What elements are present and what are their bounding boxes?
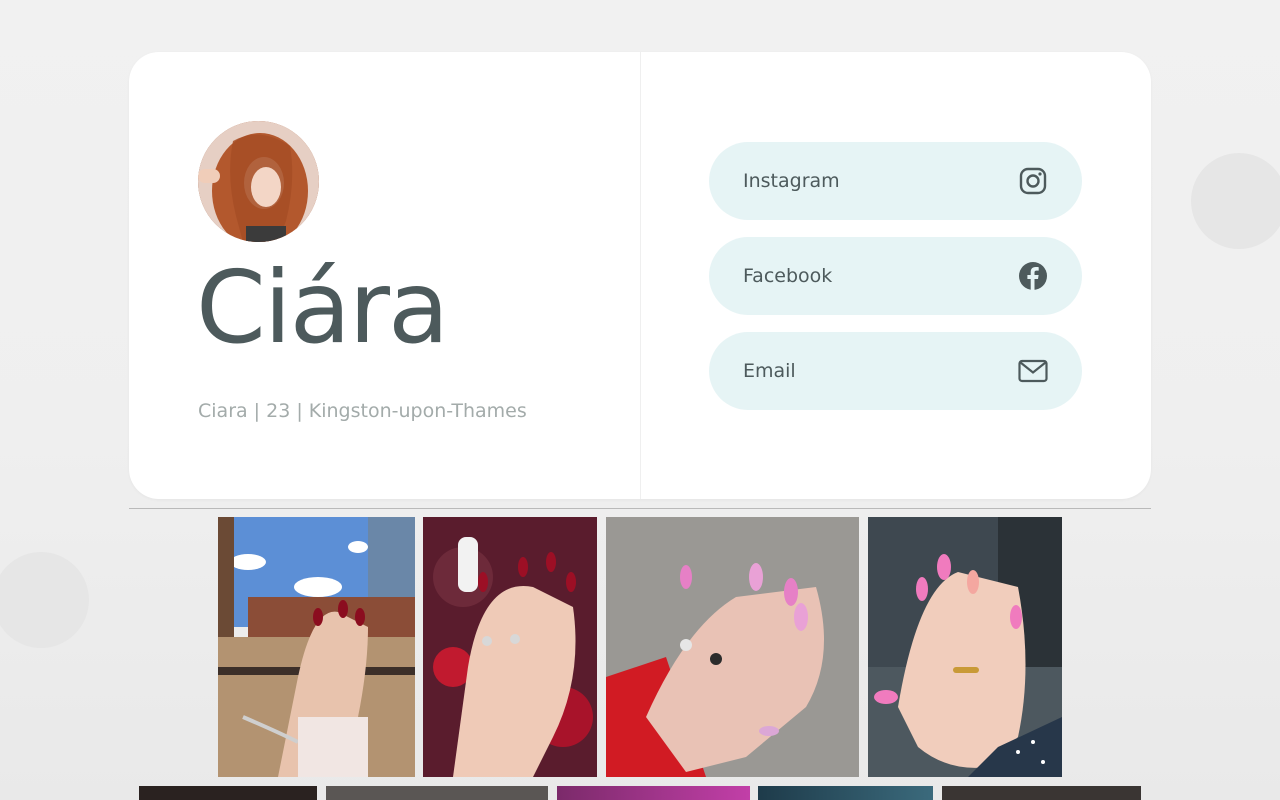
gallery-photo-8[interactable] bbox=[557, 786, 750, 800]
gallery-photo-red-nails-tree[interactable] bbox=[423, 517, 597, 777]
gallery-photo-10[interactable] bbox=[942, 786, 1141, 800]
avatar-image bbox=[198, 121, 319, 242]
gallery-photo-red-nails-city[interactable] bbox=[218, 517, 415, 777]
gallery-photo-6[interactable] bbox=[139, 786, 317, 800]
profile-card: Ciára Ciara | 23 | Kingston-upon-Thames … bbox=[129, 52, 1151, 499]
background-decor-circle bbox=[0, 552, 89, 648]
gallery-photo-7[interactable] bbox=[326, 786, 548, 800]
card-divider bbox=[640, 52, 641, 499]
email-link-button[interactable]: Email bbox=[709, 332, 1082, 410]
profile-name: Ciára bbox=[196, 249, 449, 366]
instagram-icon bbox=[1018, 166, 1048, 196]
instagram-link-button[interactable]: Instagram bbox=[709, 142, 1082, 220]
facebook-link-label: Facebook bbox=[743, 265, 833, 287]
email-link-label: Email bbox=[743, 360, 796, 382]
mail-icon bbox=[1018, 356, 1048, 386]
gallery-photo-pink-nails-car[interactable] bbox=[868, 517, 1062, 777]
background-decor-circle bbox=[1191, 153, 1280, 249]
avatar bbox=[198, 121, 319, 242]
gallery-photo-9[interactable] bbox=[758, 786, 933, 800]
profile-bio: Ciara | 23 | Kingston-upon-Thames bbox=[198, 400, 527, 422]
instagram-link-label: Instagram bbox=[743, 170, 840, 192]
gallery-photo-pink-swirl-nails[interactable] bbox=[606, 517, 859, 777]
section-divider bbox=[129, 508, 1151, 509]
facebook-link-button[interactable]: Facebook bbox=[709, 237, 1082, 315]
facebook-icon bbox=[1018, 261, 1048, 291]
